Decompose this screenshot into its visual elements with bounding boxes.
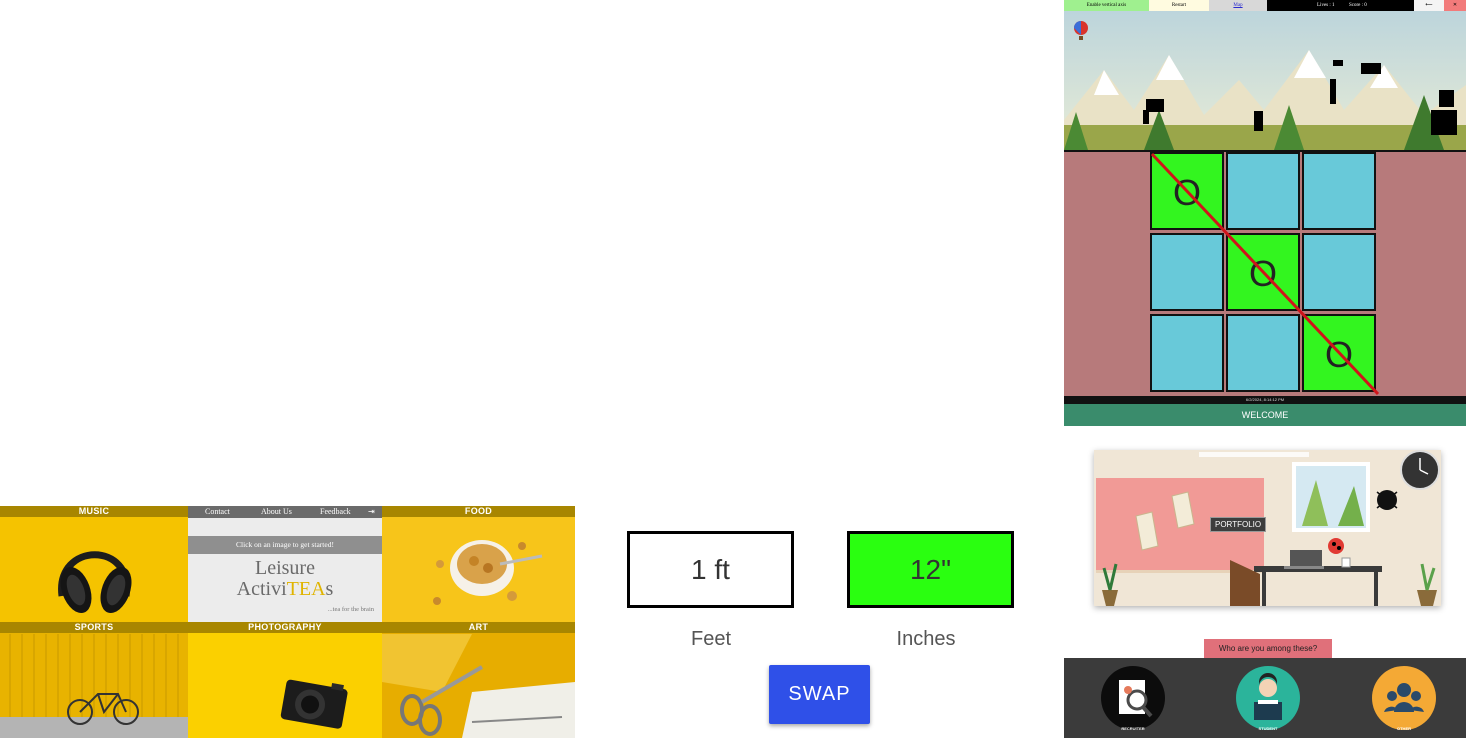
nav-about-us[interactable]: About Us xyxy=(261,506,292,518)
title-part-activi: Activi xyxy=(236,578,287,600)
scissors-image xyxy=(382,634,575,738)
headphones-image xyxy=(58,551,132,614)
recruiter-label: RECRUITER xyxy=(1121,726,1145,731)
portfolio-sign[interactable]: PORTFOLIO xyxy=(1210,517,1267,532)
nav-feedback[interactable]: Feedback xyxy=(320,506,351,518)
score-counter: Score : 0 xyxy=(1349,3,1367,8)
cell-1[interactable] xyxy=(1226,152,1300,230)
camera-image xyxy=(280,679,348,729)
cell-0[interactable]: O xyxy=(1150,152,1224,230)
role-prompt: Who are you among these? xyxy=(1204,639,1332,658)
cell-7[interactable] xyxy=(1226,314,1300,392)
welcome-banner: WELCOME xyxy=(1064,404,1466,426)
title-part-s: s xyxy=(325,578,334,600)
role-selector: RECRUITER STUDENT OTHER xyxy=(1064,658,1466,738)
close-icon[interactable]: ✕ xyxy=(1444,0,1466,11)
inches-value-box[interactable]: 12" xyxy=(847,531,1014,608)
back-arrow-icon[interactable]: ⟵ xyxy=(1414,0,1444,11)
portfolio-room-scene: PORTFOLIO xyxy=(1094,450,1441,606)
other-label: OTHER xyxy=(1397,726,1411,731)
title-part-tea: TEA xyxy=(286,578,326,600)
room-illustration xyxy=(1094,450,1441,606)
tile-photography[interactable]: PHOTOGRAPHY xyxy=(188,622,382,738)
feet-value-box[interactable]: 1 ft xyxy=(627,531,794,608)
recruiter-illustration xyxy=(1119,680,1153,718)
cell-5[interactable] xyxy=(1302,233,1376,311)
mountain-landscape xyxy=(1064,0,1466,152)
recruiter-icon[interactable] xyxy=(1101,666,1165,730)
tile-art[interactable]: ART xyxy=(382,622,575,738)
group-illustration xyxy=(1384,683,1424,712)
tic-tac-toe-board: O O O 6/2/2024, 8:14:12 PM WELCOME xyxy=(1064,152,1466,426)
logout-icon[interactable]: ⇥ xyxy=(368,506,375,518)
other-icon[interactable] xyxy=(1372,666,1436,730)
game-status-bar: Lives : 1 Score : 0 xyxy=(1267,0,1414,11)
leisure-activiteas-page: MUSIC Contact About Us Feedback ⇥ Click … xyxy=(0,506,575,738)
tile-music[interactable]: MUSIC xyxy=(0,506,188,622)
cell-3[interactable] xyxy=(1150,233,1224,311)
inches-label: Inches xyxy=(896,628,956,650)
restart-button[interactable]: Restart xyxy=(1149,0,1209,11)
tile-sports[interactable]: SPORTS xyxy=(0,622,188,738)
game-toolbar: Enable vertical axis Restart Map Lives :… xyxy=(1064,0,1466,11)
tile-food[interactable]: FOOD xyxy=(382,506,575,622)
site-title-line1: Leisure xyxy=(255,557,315,579)
get-started-prompt: Click on an image to get started! xyxy=(188,536,382,554)
feet-label: Feet xyxy=(690,628,732,650)
nav-contact[interactable]: Contact xyxy=(205,506,230,518)
site-title-line2: ActiviTEAs xyxy=(188,579,382,600)
map-link[interactable]: Map xyxy=(1209,0,1267,11)
bicycle-image xyxy=(0,634,188,738)
balloon-game: Enable vertical axis Restart Map Lives :… xyxy=(1064,0,1466,152)
vertical-axis-toggle[interactable]: Enable vertical axis xyxy=(1064,0,1149,11)
cell-6[interactable] xyxy=(1150,314,1224,392)
site-tagline: ...tea for the brain xyxy=(327,606,374,613)
top-nav: Contact About Us Feedback ⇥ xyxy=(188,506,382,518)
student-illustration xyxy=(1254,673,1282,720)
student-label: STUDENT xyxy=(1258,726,1278,731)
swap-button[interactable]: SWAP xyxy=(769,665,870,724)
cell-2[interactable] xyxy=(1302,152,1376,230)
cereal-bowl-image xyxy=(433,540,543,605)
student-icon[interactable] xyxy=(1236,666,1300,730)
leisure-home-panel: Contact About Us Feedback ⇥ Click on an … xyxy=(188,506,382,622)
cell-4[interactable]: O xyxy=(1226,233,1300,311)
hot-air-balloon-icon xyxy=(1074,21,1088,40)
site-title: Leisure ActiviTEAs xyxy=(188,558,382,600)
cell-8[interactable]: O xyxy=(1302,314,1376,392)
timestamp-bar: 6/2/2024, 8:14:12 PM xyxy=(1064,396,1466,404)
lives-counter: Lives : 1 xyxy=(1317,3,1335,8)
